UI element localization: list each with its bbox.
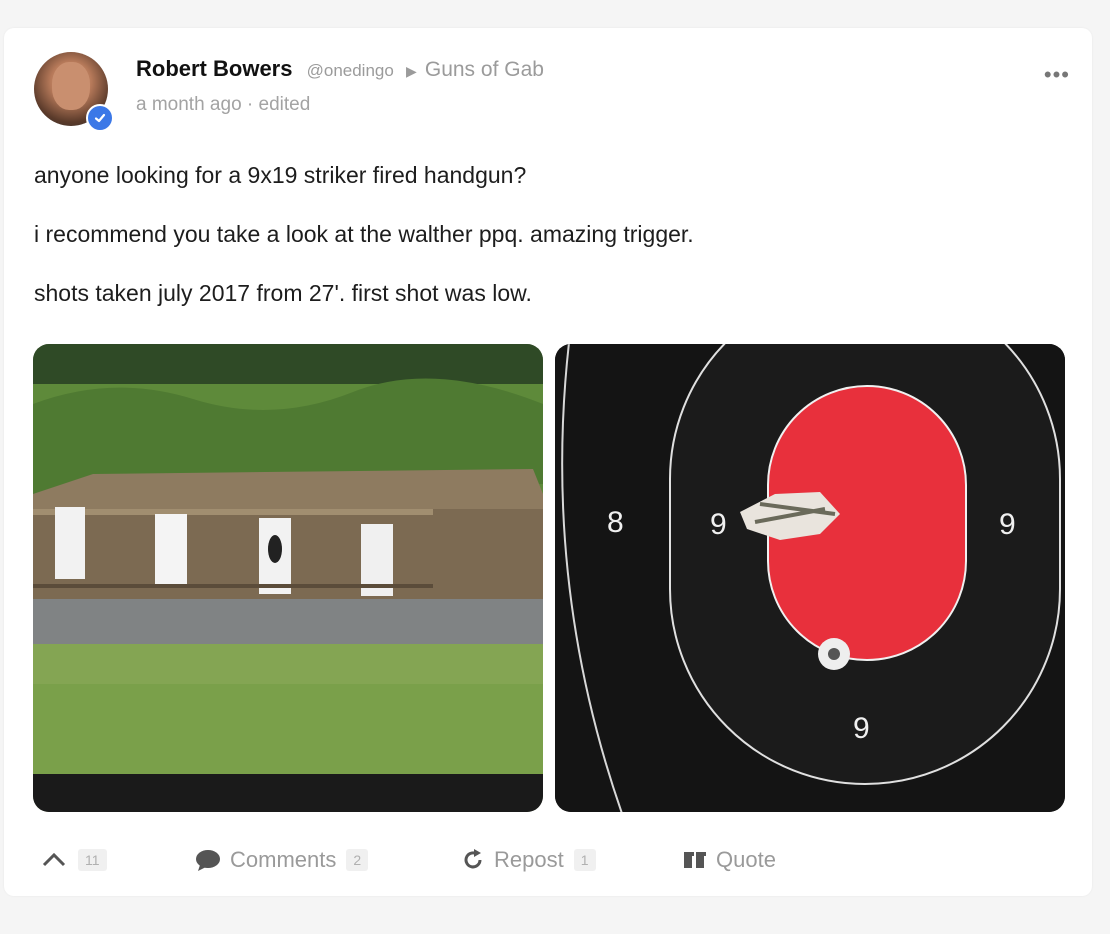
target-label: 9 <box>710 508 727 541</box>
attached-image-range[interactable] <box>33 344 543 812</box>
speech-bubble-icon <box>196 850 220 871</box>
group-link[interactable]: Guns of Gab <box>425 58 544 81</box>
caret-right-icon: ▶ <box>405 63 417 79</box>
upvote-count: 11 <box>78 849 107 871</box>
chevron-up-icon <box>42 852 66 867</box>
post-card: Robert Bowers @onedingo ▶ Guns of Gab a … <box>4 28 1092 896</box>
post-body-line: i recommend you take a look at the walth… <box>34 221 694 247</box>
post-timestamp[interactable]: a month ago <box>136 94 242 115</box>
comments-label: Comments <box>230 847 337 872</box>
edited-label: · edited <box>246 94 311 115</box>
quote-label: Quote <box>716 847 776 872</box>
quote-button[interactable]: Quote <box>682 842 776 878</box>
target-photo: 8 9 9 9 <box>555 344 1065 812</box>
repost-count: 1 <box>573 849 596 871</box>
range-photo <box>33 344 543 812</box>
comments-button[interactable]: Comments 2 <box>194 842 369 878</box>
upvote-button[interactable]: 11 <box>40 842 107 878</box>
author-handle[interactable]: @onedingo <box>307 61 394 80</box>
post-meta: a month ago · edited <box>136 94 310 116</box>
avatar[interactable] <box>34 52 114 132</box>
post-body-line: anyone looking for a 9x19 striker fired … <box>34 162 527 188</box>
author-line: Robert Bowers @onedingo ▶ Guns of Gab <box>136 56 544 82</box>
repost-icon <box>464 849 482 869</box>
repost-button[interactable]: Repost 1 <box>460 842 596 878</box>
more-options-button[interactable]: ••• <box>1044 62 1070 88</box>
verified-badge-icon <box>86 104 114 132</box>
attached-image-target[interactable]: 8 9 9 9 <box>555 344 1065 812</box>
target-label: 9 <box>853 712 870 745</box>
comments-count: 2 <box>346 849 369 871</box>
quote-icon <box>684 852 706 868</box>
post-body-line: shots taken july 2017 from 27'. first sh… <box>34 280 532 306</box>
author-name[interactable]: Robert Bowers <box>136 56 292 81</box>
avatar-face <box>52 62 90 110</box>
target-label: 8 <box>607 506 624 539</box>
repost-label: Repost <box>494 847 564 872</box>
target-label: 9 <box>999 508 1016 541</box>
post-body: anyone looking for a 9x19 striker fired … <box>34 160 1064 337</box>
